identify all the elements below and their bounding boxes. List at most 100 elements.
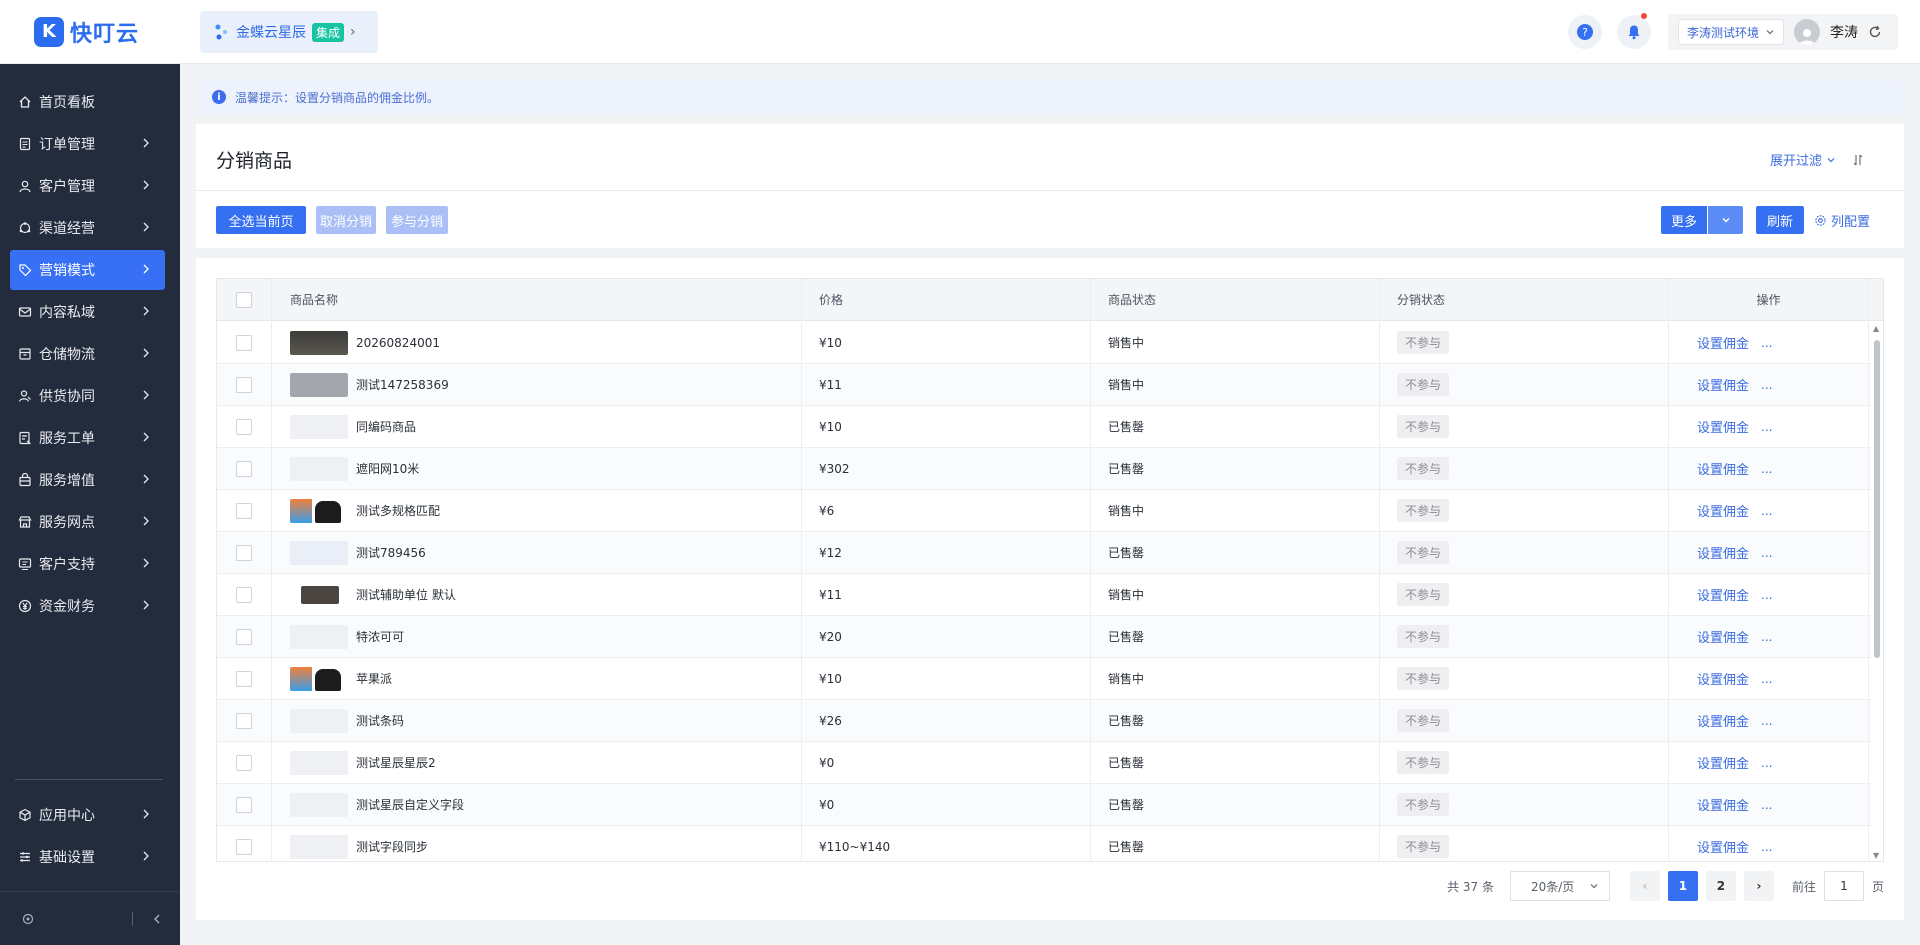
set-commission-link[interactable]: 设置佣金 xyxy=(1697,837,1749,856)
actions-cell: 设置佣金... xyxy=(1669,448,1869,489)
page-2-button[interactable]: 2 xyxy=(1705,871,1736,901)
set-commission-link[interactable]: 设置佣金 xyxy=(1697,333,1749,352)
goto-page-input[interactable]: 1 xyxy=(1823,871,1864,901)
more-actions-link[interactable]: ... xyxy=(1761,798,1772,812)
price-cell: ¥302 xyxy=(802,448,1091,489)
row-checkbox[interactable] xyxy=(236,670,252,687)
sidebar-bottom-item-1[interactable]: 基础设置 xyxy=(10,837,165,877)
sidebar-item-2[interactable]: 客户管理 xyxy=(10,166,165,206)
page-size-select[interactable]: 20条/页 xyxy=(1509,871,1610,901)
row-checkbox[interactable] xyxy=(236,334,252,351)
more-actions-link[interactable]: ... xyxy=(1761,840,1772,854)
distribution-status-cell: 不参与 xyxy=(1380,700,1669,741)
sidebar-item-4[interactable]: 营销模式 xyxy=(10,250,165,290)
page-1-button[interactable]: 1 xyxy=(1667,871,1698,901)
cancel-distribution-button[interactable]: 取消分销 xyxy=(316,206,376,234)
chevron-right-icon: › xyxy=(350,24,356,40)
sidebar-item-10[interactable]: 服务网点 xyxy=(10,502,165,542)
sidebar-item-6[interactable]: 仓储物流 xyxy=(10,334,165,374)
prev-page-button[interactable]: ‹ xyxy=(1629,871,1660,901)
set-commission-link[interactable]: 设置佣金 xyxy=(1697,711,1749,730)
row-checkbox[interactable] xyxy=(236,544,252,561)
set-commission-link[interactable]: 设置佣金 xyxy=(1697,375,1749,394)
set-commission-link[interactable]: 设置佣金 xyxy=(1697,585,1749,604)
more-actions-link[interactable]: ... xyxy=(1761,672,1772,686)
product-name: 测试星辰自定义字段 xyxy=(356,798,465,812)
more-actions-link[interactable]: ... xyxy=(1761,420,1772,434)
sidebar-nav: 首页看板 订单管理 客户管理 渠道经营 营销模式 内容私域 仓储物流 供货协同 服务工单 服务增值… xyxy=(0,64,180,626)
scroll-down-icon[interactable]: ▼ xyxy=(1873,851,1879,860)
sidebar-item-11[interactable]: 客户支持 xyxy=(10,544,165,584)
row-checkbox[interactable] xyxy=(236,838,252,855)
set-commission-link[interactable]: 设置佣金 xyxy=(1697,795,1749,814)
set-commission-link[interactable]: 设置佣金 xyxy=(1697,753,1749,772)
product-thumbnail xyxy=(290,750,348,775)
sidebar-item-3[interactable]: 渠道经营 xyxy=(10,208,165,248)
sort-icon[interactable] xyxy=(1852,154,1864,166)
set-commission-link[interactable]: 设置佣金 xyxy=(1697,417,1749,436)
scroll-up-icon[interactable]: ▲ xyxy=(1873,324,1879,333)
table-header: 商品名称 价格 商品状态 分销状态 操作 xyxy=(217,279,1883,321)
theme-icon[interactable] xyxy=(22,913,34,925)
row-checkbox[interactable] xyxy=(236,712,252,729)
scrollbar-thumb[interactable] xyxy=(1874,340,1880,658)
sidebar-item-12[interactable]: 资金财务 xyxy=(10,586,165,626)
set-commission-link[interactable]: 设置佣金 xyxy=(1697,459,1749,478)
column-config-button[interactable]: 列配置 xyxy=(1814,211,1870,230)
sidebar-item-0[interactable]: 首页看板 xyxy=(10,82,165,122)
more-actions-link[interactable]: ... xyxy=(1761,504,1772,518)
more-button[interactable]: 更多 xyxy=(1661,206,1707,234)
row-checkbox[interactable] xyxy=(236,502,252,519)
user-name[interactable]: 李涛 xyxy=(1830,22,1858,42)
sidebar-item-8[interactable]: 服务工单 xyxy=(10,418,165,458)
integration-brand-chip[interactable]: 金蝶云星辰 集成 › xyxy=(200,11,378,53)
expand-filter-button[interactable]: 展开过滤 xyxy=(1770,150,1864,169)
brand-logo-icon xyxy=(215,24,227,40)
logo[interactable]: K 快叮云 xyxy=(0,0,180,64)
sidebar-item-7[interactable]: 供货协同 xyxy=(10,376,165,416)
bell-icon xyxy=(1628,25,1640,40)
more-actions-link[interactable]: ... xyxy=(1761,336,1772,350)
row-checkbox[interactable] xyxy=(236,376,252,393)
sidebar-item-9[interactable]: 服务增值 xyxy=(10,460,165,500)
set-commission-link[interactable]: 设置佣金 xyxy=(1697,543,1749,562)
more-actions-link[interactable]: ... xyxy=(1761,714,1772,728)
environment-label: 李涛测试环境 xyxy=(1687,25,1760,40)
more-actions-link[interactable]: ... xyxy=(1761,630,1772,644)
help-button[interactable]: ? xyxy=(1568,15,1602,49)
more-actions-link[interactable]: ... xyxy=(1761,756,1772,770)
set-commission-link[interactable]: 设置佣金 xyxy=(1697,669,1749,688)
environment-select[interactable]: 李涛测试环境 xyxy=(1678,19,1785,45)
set-commission-link[interactable]: 设置佣金 xyxy=(1697,627,1749,646)
join-distribution-button[interactable]: 参与分销 xyxy=(386,206,448,234)
collapse-sidebar-icon[interactable] xyxy=(151,913,163,925)
more-actions-link[interactable]: ... xyxy=(1761,378,1772,392)
refresh-button[interactable]: 刷新 xyxy=(1756,206,1804,234)
refresh-icon[interactable] xyxy=(1868,25,1882,39)
more-toggle[interactable] xyxy=(1707,206,1743,234)
select-current-page-button[interactable]: 全选当前页 xyxy=(216,206,306,234)
set-commission-link[interactable]: 设置佣金 xyxy=(1697,501,1749,520)
sidebar-item-5[interactable]: 内容私域 xyxy=(10,292,165,332)
panel-header: 分销商品 展开过滤 全选当前页 取消分销 参与分销 更多 刷新 列配置 xyxy=(196,124,1904,248)
select-all-checkbox[interactable] xyxy=(236,291,252,308)
more-actions-link[interactable]: ... xyxy=(1761,546,1772,560)
row-checkbox[interactable] xyxy=(236,460,252,477)
sidebar-item-1[interactable]: 订单管理 xyxy=(10,124,165,164)
more-actions-link[interactable]: ... xyxy=(1761,588,1772,602)
row-checkbox[interactable] xyxy=(236,628,252,645)
brand-badge: 集成 xyxy=(312,22,345,42)
row-checkbox[interactable] xyxy=(236,418,252,435)
more-actions-link[interactable]: ... xyxy=(1761,462,1772,476)
next-page-button[interactable]: › xyxy=(1743,871,1774,901)
avatar[interactable] xyxy=(1794,19,1821,45)
sidebar-bottom-item-0[interactable]: 应用中心 xyxy=(10,795,165,835)
vertical-scrollbar[interactable]: ▲ ▼ xyxy=(1871,322,1883,861)
notification-button[interactable] xyxy=(1617,13,1651,49)
row-checkbox[interactable] xyxy=(236,586,252,603)
row-checkbox[interactable] xyxy=(236,796,252,813)
distribution-status-badge: 不参与 xyxy=(1397,331,1450,354)
row-checkbox[interactable] xyxy=(236,754,252,771)
distribution-status-badge: 不参与 xyxy=(1397,457,1450,480)
more-dropdown[interactable]: 更多 xyxy=(1661,206,1743,234)
